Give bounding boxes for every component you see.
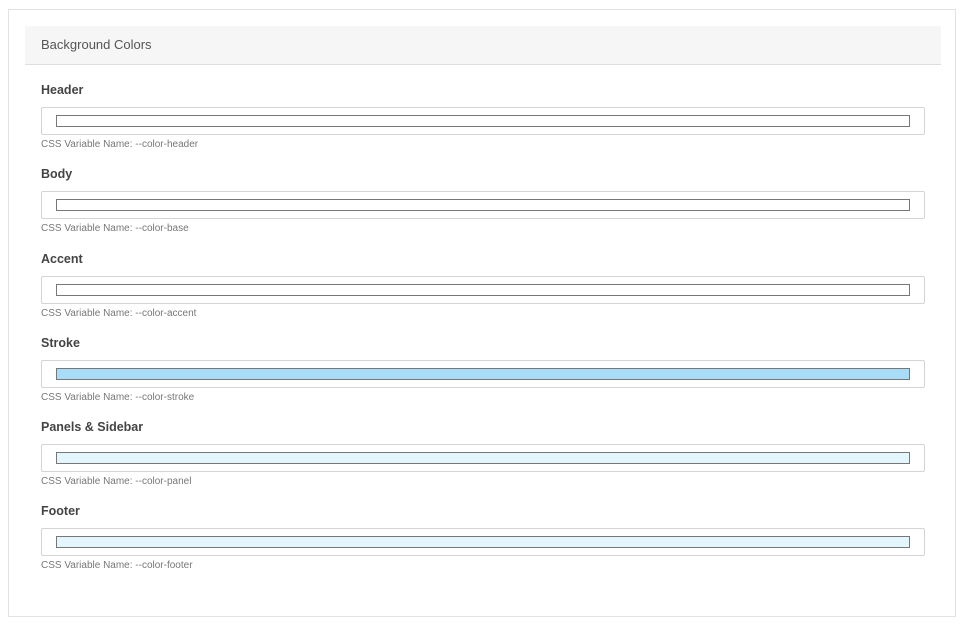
field-header: Header CSS Variable Name: --color-header bbox=[41, 83, 925, 151]
color-swatch[interactable] bbox=[56, 452, 910, 464]
color-swatch[interactable] bbox=[56, 536, 910, 548]
color-swatch[interactable] bbox=[56, 368, 910, 380]
panel-title: Background Colors bbox=[41, 37, 152, 52]
field-label: Body bbox=[41, 167, 73, 181]
css-variable-hint: CSS Variable Name: --color-stroke bbox=[41, 392, 195, 403]
color-swatch[interactable] bbox=[56, 199, 910, 211]
css-variable-hint: CSS Variable Name: --color-accent bbox=[41, 308, 197, 319]
footer-color-input[interactable] bbox=[41, 528, 925, 556]
field-label: Accent bbox=[41, 252, 83, 266]
field-stroke: Stroke CSS Variable Name: --color-stroke bbox=[41, 336, 925, 404]
color-swatch[interactable] bbox=[56, 284, 910, 296]
css-variable-hint: CSS Variable Name: --color-panel bbox=[41, 476, 192, 487]
field-panel: Panels & Sidebar CSS Variable Name: --co… bbox=[41, 420, 925, 488]
header-color-input[interactable] bbox=[41, 107, 925, 135]
css-variable-hint: CSS Variable Name: --color-base bbox=[41, 223, 189, 234]
css-variable-hint: CSS Variable Name: --color-header bbox=[41, 139, 199, 150]
field-label: Header bbox=[41, 83, 84, 97]
body-color-input[interactable] bbox=[41, 191, 925, 219]
field-body: Body CSS Variable Name: --color-base bbox=[41, 167, 925, 235]
css-variable-hint: CSS Variable Name: --color-footer bbox=[41, 560, 193, 571]
panel-header: Background Colors bbox=[25, 26, 941, 65]
field-label: Stroke bbox=[41, 336, 80, 350]
accent-color-input[interactable] bbox=[41, 276, 925, 304]
stroke-color-input[interactable] bbox=[41, 360, 925, 388]
field-accent: Accent CSS Variable Name: --color-accent bbox=[41, 252, 925, 320]
color-swatch[interactable] bbox=[56, 115, 910, 127]
field-label: Panels & Sidebar bbox=[41, 420, 144, 434]
settings-panel: Background Colors Header CSS Variable Na… bbox=[8, 9, 956, 617]
field-label: Footer bbox=[41, 504, 80, 518]
field-footer: Footer CSS Variable Name: --color-footer bbox=[41, 504, 925, 572]
panel-color-input[interactable] bbox=[41, 444, 925, 472]
